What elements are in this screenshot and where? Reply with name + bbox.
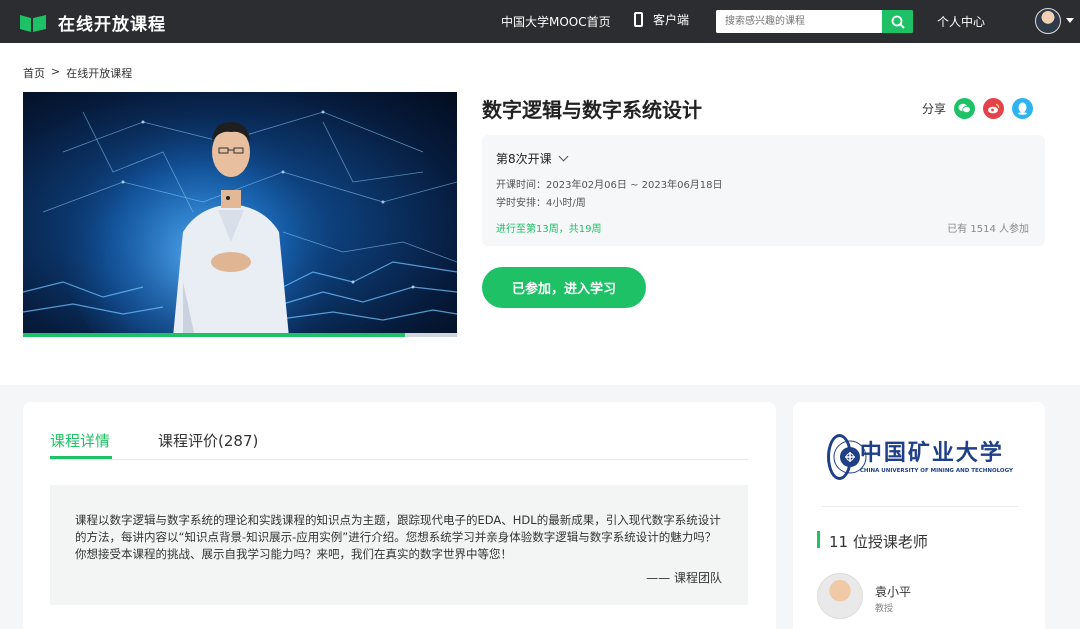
university-name-block: 中国矿业大学 CHINA UNIVERSITY OF MINING AND TE… <box>860 440 1013 474</box>
share-group: 分享 <box>922 98 1034 119</box>
course-schedule: 学时安排：4小时/周 <box>496 194 586 209</box>
course-info-panel: 第8次开课 开课时间：2023年02月06日 ~ 2023年06月18日 学时安… <box>482 135 1045 246</box>
active-tab-indicator <box>50 456 112 459</box>
university-name-en: CHINA UNIVERSITY OF MINING AND TECHNOLOG… <box>859 468 1013 474</box>
course-progress-status: 进行至第13周，共19周 <box>496 224 602 235</box>
course-detail-card: 课程详情 课程评价(287) 课程以数字逻辑与数字系统的理论和实践课程的知识点为… <box>23 402 776 629</box>
search-button[interactable] <box>882 10 913 33</box>
course-schedule-label: 学时安排： <box>496 198 546 209</box>
course-title: 数字逻辑与数字系统设计 <box>482 98 702 122</box>
teacher-count-heading: 11 位授课老师 <box>829 533 928 551</box>
teacher-avatar[interactable] <box>817 573 863 619</box>
user-avatar[interactable] <box>1035 8 1061 34</box>
section-accent-bar <box>817 531 820 548</box>
term-selector[interactable]: 第8次开课 <box>496 150 569 167</box>
university-name-cn: 中国矿业大学 <box>859 440 1004 466</box>
logo-book-icon <box>18 12 48 34</box>
nav-personal-center-link[interactable]: 个人中心 <box>937 13 985 30</box>
tab-course-reviews[interactable]: 课程评价(287) <box>158 430 258 451</box>
site-name: 在线开放课程 <box>58 15 166 35</box>
nav-mooc-home-link[interactable]: 中国大学MOOC首页 <box>501 13 611 30</box>
search-input[interactable] <box>716 10 882 33</box>
top-nav-bar: 在线开放课程 中国大学MOOC首页 客户端 个人中心 <box>0 0 1080 43</box>
nav-client-link[interactable]: 客户端 <box>634 11 689 28</box>
course-description-box: 课程以数字逻辑与数字系统的理论和实践课程的知识点为主题，跟踪现代电子的EDA、H… <box>50 485 748 605</box>
breadcrumb-home[interactable]: 首页 <box>23 65 45 81</box>
qq-icon[interactable] <box>1012 98 1034 119</box>
nav-client-label: 客户端 <box>653 13 690 27</box>
weibo-icon[interactable] <box>983 98 1005 119</box>
course-description: 课程以数字逻辑与数字系统的理论和实践课程的知识点为主题，跟踪现代电子的EDA、H… <box>75 513 721 561</box>
tabs-divider <box>50 459 748 460</box>
phone-icon <box>634 12 643 27</box>
breadcrumb-separator: > <box>51 65 61 78</box>
university-seal-icon <box>827 434 867 480</box>
site-logo[interactable]: 在线开放课程 <box>18 10 166 35</box>
teacher-name[interactable]: 袁小平 <box>875 583 911 600</box>
share-label: 分享 <box>922 102 947 116</box>
description-signature: —— 课程团队 <box>646 571 722 585</box>
breadcrumb-current[interactable]: 在线开放课程 <box>66 65 132 81</box>
search-icon <box>891 15 905 29</box>
breadcrumb: 首页 > 在线开放课程 <box>23 65 132 81</box>
term-label: 第8次开课 <box>496 152 552 166</box>
search-box <box>716 10 913 33</box>
avatar-caret-icon[interactable] <box>1066 18 1074 23</box>
course-time-value: 2023年02月06日 ~ 2023年06月18日 <box>546 180 723 191</box>
university-card: 中国矿业大学 CHINA UNIVERSITY OF MINING AND TE… <box>793 402 1045 629</box>
course-time: 开课时间：2023年02月06日 ~ 2023年06月18日 <box>496 176 723 191</box>
course-intro-video[interactable] <box>23 92 457 337</box>
wechat-icon[interactable] <box>954 98 976 119</box>
sidebar-divider <box>821 506 1019 507</box>
tab-course-details[interactable]: 课程详情 <box>50 430 110 451</box>
video-progress-fill <box>23 333 405 337</box>
course-time-label: 开课时间： <box>496 180 546 191</box>
chevron-down-icon <box>558 151 569 162</box>
video-progress-bar[interactable] <box>23 333 457 337</box>
university-logo[interactable]: 中国矿业大学 CHINA UNIVERSITY OF MINING AND TE… <box>827 432 1013 482</box>
enrolled-count: 已有 1514 人参加 <box>947 224 1029 235</box>
course-schedule-value: 4小时/周 <box>546 198 586 209</box>
enter-study-button[interactable]: 已参加，进入学习 <box>482 267 646 308</box>
teacher-title: 教授 <box>875 604 894 614</box>
video-frame-graphic <box>23 92 457 337</box>
